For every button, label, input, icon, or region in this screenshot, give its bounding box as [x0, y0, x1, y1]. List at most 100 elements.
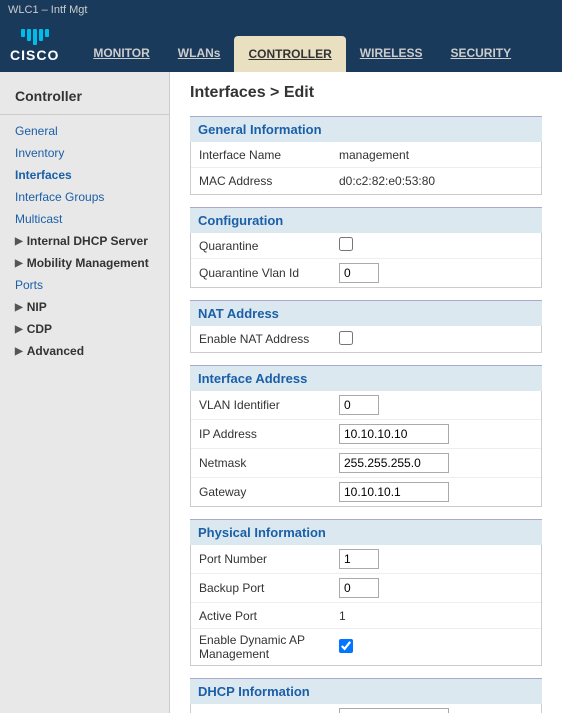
row-primary-dhcp: Primary DHCP Server	[191, 704, 541, 713]
label-quarantine: Quarantine	[191, 235, 331, 257]
ip-address-input[interactable]	[339, 424, 449, 444]
cdp-arrow: ▶	[15, 324, 23, 335]
label-vlan-id: VLAN Identifier	[191, 394, 331, 416]
title-bar: WLC1 – Intf Mgt	[0, 0, 562, 20]
row-port-number: Port Number	[191, 545, 541, 574]
label-port-number: Port Number	[191, 548, 331, 570]
label-gateway: Gateway	[191, 481, 331, 503]
row-interface-name: Interface Name management	[191, 142, 541, 168]
sidebar-title: Controller	[0, 82, 169, 115]
port-number-input[interactable]	[339, 549, 379, 569]
value-gateway	[331, 478, 541, 506]
value-interface-name: management	[331, 144, 541, 166]
logo-bars	[21, 29, 49, 45]
row-ip-address: IP Address	[191, 420, 541, 449]
sidebar-item-general[interactable]: General	[0, 120, 169, 142]
physical-info-header: Physical Information	[190, 519, 542, 545]
physical-info-table: Port Number Backup Port Active Port 1 En…	[190, 545, 542, 666]
content: Interfaces > Edit General Information In…	[170, 72, 562, 713]
row-active-port: Active Port 1	[191, 603, 541, 629]
nat-checkbox[interactable]	[339, 331, 353, 345]
label-dynamic-ap: Enable Dynamic AP Management	[191, 629, 331, 665]
sidebar-item-nip[interactable]: ▶ NIP	[0, 296, 169, 318]
dhcp-info-table: Primary DHCP Server	[190, 704, 542, 713]
cisco-logo: CISCO	[10, 47, 59, 63]
header: CISCO MONITOR WLANs CONTROLLER WIRELESS …	[0, 20, 562, 72]
logo-bar-3	[33, 29, 37, 45]
sidebar-item-mobility[interactable]: ▶ Mobility Management	[0, 252, 169, 274]
page-title: Interfaces > Edit	[190, 84, 542, 102]
value-ip-address	[331, 420, 541, 448]
logo-bar-4	[39, 29, 43, 41]
sidebar-item-ports[interactable]: Ports	[0, 274, 169, 296]
nip-arrow: ▶	[15, 302, 23, 313]
label-nat: Enable NAT Address	[191, 328, 331, 350]
value-quarantine	[331, 233, 541, 258]
general-info-table: Interface Name management MAC Address d0…	[190, 142, 542, 195]
label-primary-dhcp: Primary DHCP Server	[191, 707, 331, 713]
gateway-input[interactable]	[339, 482, 449, 502]
netmask-input[interactable]	[339, 453, 449, 473]
value-netmask	[331, 449, 541, 477]
interface-addr-header: Interface Address	[190, 365, 542, 391]
mobility-arrow: ▶	[15, 258, 23, 269]
primary-dhcp-input[interactable]	[339, 708, 449, 713]
value-quarantine-vlan	[331, 259, 541, 287]
row-vlan-id: VLAN Identifier	[191, 391, 541, 420]
value-active-port: 1	[331, 605, 541, 627]
backup-port-input[interactable]	[339, 578, 379, 598]
label-backup-port: Backup Port	[191, 577, 331, 599]
quarantine-vlan-input[interactable]	[339, 263, 379, 283]
config-table: Quarantine Quarantine Vlan Id	[190, 233, 542, 288]
nav-menu: MONITOR WLANs CONTROLLER WIRELESS SECURI…	[79, 20, 525, 72]
row-dynamic-ap: Enable Dynamic AP Management	[191, 629, 541, 665]
value-dynamic-ap	[331, 635, 541, 660]
row-mac-address: MAC Address d0:c2:82:e0:53:80	[191, 168, 541, 194]
dynamic-ap-checkbox[interactable]	[339, 639, 353, 653]
interface-addr-table: VLAN Identifier IP Address Netmask Gatew…	[190, 391, 542, 507]
label-netmask: Netmask	[191, 452, 331, 474]
logo-bar-2	[27, 29, 31, 41]
value-mac-address: d0:c2:82:e0:53:80	[331, 170, 541, 192]
vlan-id-input[interactable]	[339, 395, 379, 415]
row-nat: Enable NAT Address	[191, 326, 541, 352]
label-active-port: Active Port	[191, 605, 331, 627]
dhcp-info-header: DHCP Information	[190, 678, 542, 704]
nav-monitor[interactable]: MONITOR	[79, 36, 163, 72]
label-interface-name: Interface Name	[191, 144, 331, 166]
main-layout: Controller General Inventory Interfaces …	[0, 72, 562, 713]
sidebar-item-dhcp[interactable]: ▶ Internal DHCP Server	[0, 230, 169, 252]
value-nat	[331, 327, 541, 352]
logo-bar-1	[21, 29, 25, 37]
general-info-header: General Information	[190, 116, 542, 142]
sidebar-item-cdp[interactable]: ▶ CDP	[0, 318, 169, 340]
config-header: Configuration	[190, 207, 542, 233]
row-backup-port: Backup Port	[191, 574, 541, 603]
value-port-number	[331, 545, 541, 573]
value-vlan-id	[331, 391, 541, 419]
nat-header: NAT Address	[190, 300, 542, 326]
label-ip-address: IP Address	[191, 423, 331, 445]
quarantine-checkbox[interactable]	[339, 237, 353, 251]
row-quarantine-vlan: Quarantine Vlan Id	[191, 259, 541, 287]
row-gateway: Gateway	[191, 478, 541, 506]
nav-wlans[interactable]: WLANs	[164, 36, 235, 72]
sidebar-item-inventory[interactable]: Inventory	[0, 142, 169, 164]
advanced-arrow: ▶	[15, 346, 23, 357]
sidebar-item-interfaces[interactable]: Interfaces	[0, 164, 169, 186]
row-netmask: Netmask	[191, 449, 541, 478]
label-quarantine-vlan: Quarantine Vlan Id	[191, 262, 331, 284]
nav-wireless[interactable]: WIRELESS	[346, 36, 437, 72]
sidebar-item-multicast[interactable]: Multicast	[0, 208, 169, 230]
dhcp-arrow: ▶	[15, 236, 23, 247]
sidebar-item-advanced[interactable]: ▶ Advanced	[0, 340, 169, 362]
nav-controller[interactable]: CONTROLLER	[234, 36, 345, 72]
logo: CISCO	[10, 29, 59, 63]
nav-security[interactable]: SECURITY	[436, 36, 525, 72]
sidebar-item-interface-groups[interactable]: Interface Groups	[0, 186, 169, 208]
value-backup-port	[331, 574, 541, 602]
label-mac-address: MAC Address	[191, 170, 331, 192]
sidebar: Controller General Inventory Interfaces …	[0, 72, 170, 713]
nat-table: Enable NAT Address	[190, 326, 542, 353]
value-primary-dhcp	[331, 704, 541, 713]
